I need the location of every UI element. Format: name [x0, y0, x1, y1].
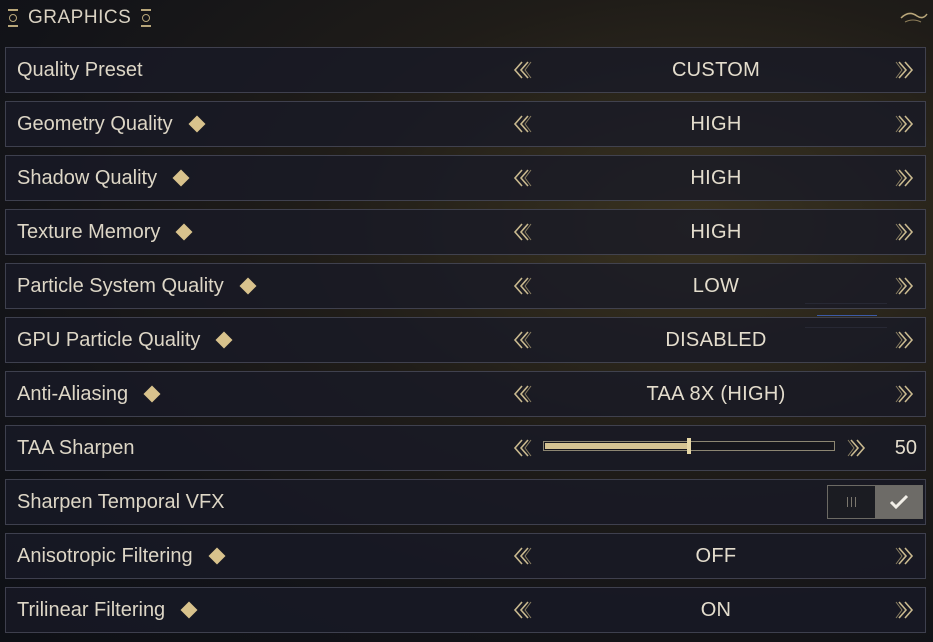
setting-label-text: Texture Memory [17, 220, 161, 243]
double-chevron-right-icon[interactable] [894, 599, 916, 621]
setting-label-text: Anisotropic Filtering [17, 544, 193, 567]
setting-label-text: GPU Particle Quality [17, 328, 201, 351]
setting-row[interactable]: Geometry Quality HIGH [5, 101, 926, 147]
double-chevron-right-icon[interactable] [894, 113, 916, 135]
setting-label-text: Trilinear Filtering [17, 598, 166, 621]
toggle-off-segment[interactable] [828, 486, 875, 518]
double-chevron-left-icon[interactable] [511, 383, 533, 405]
slider-handle[interactable] [687, 438, 691, 454]
setting-label: Texture Memory [17, 210, 193, 254]
double-chevron-left-icon[interactable] [511, 437, 533, 459]
setting-value: CUSTOM [671, 58, 761, 81]
setting-label-text: Particle System Quality [17, 274, 224, 297]
setting-label: Particle System Quality [17, 264, 257, 308]
double-chevron-right-icon[interactable] [846, 437, 868, 459]
double-chevron-left-icon[interactable] [511, 167, 533, 189]
setting-label-text: Sharpen Temporal VFX [17, 490, 225, 513]
setting-row[interactable]: Particle System Quality LOW [5, 263, 926, 309]
setting-label: Shadow Quality [17, 156, 190, 200]
diamond-icon [143, 385, 161, 403]
double-chevron-left-icon[interactable] [511, 599, 533, 621]
setting-row[interactable]: Trilinear Filtering ON [5, 587, 926, 633]
setting-label: GPU Particle Quality [17, 318, 233, 362]
slider-value: 50 [894, 436, 917, 459]
setting-label-text: Quality Preset [17, 58, 143, 81]
setting-label-text: Geometry Quality [17, 112, 173, 135]
setting-label-text: Anti-Aliasing [17, 382, 129, 405]
section-title: GRAPHICS [28, 7, 132, 28]
double-chevron-left-icon[interactable] [511, 329, 533, 351]
setting-value: OFF [695, 544, 737, 567]
diamond-icon [180, 601, 198, 619]
setting-label: Quality Preset [17, 48, 143, 92]
section-header: GRAPHICS [0, 0, 933, 36]
diamond-icon [215, 331, 233, 349]
setting-row[interactable]: GPU Particle Quality DISABLED [5, 317, 926, 363]
setting-label: Anisotropic Filtering [17, 534, 226, 578]
double-chevron-left-icon[interactable] [511, 59, 533, 81]
toggle-switch[interactable] [827, 485, 923, 519]
setting-label: Sharpen Temporal VFX [17, 480, 225, 524]
setting-value: DISABLED [665, 328, 767, 351]
slider-track[interactable] [543, 438, 835, 454]
setting-value: TAA 8X (HIGH) [646, 382, 786, 405]
diamond-icon [188, 115, 206, 133]
setting-row[interactable]: Texture Memory HIGH [5, 209, 926, 255]
double-chevron-right-icon[interactable] [894, 167, 916, 189]
double-chevron-right-icon[interactable] [894, 59, 916, 81]
setting-value: LOW [692, 274, 740, 297]
diamond-icon [208, 547, 226, 565]
double-chevron-right-icon[interactable] [894, 545, 916, 567]
diamond-icon [172, 169, 190, 187]
setting-row[interactable]: TAA Sharpen 50 [5, 425, 926, 471]
diamond-icon [239, 277, 257, 295]
setting-label-text: Shadow Quality [17, 166, 158, 189]
double-chevron-left-icon[interactable] [511, 275, 533, 297]
setting-label: Geometry Quality [17, 102, 206, 146]
double-chevron-right-icon[interactable] [894, 275, 916, 297]
header-ornament-right-icon [139, 9, 153, 27]
setting-row[interactable]: Anisotropic Filtering OFF [5, 533, 926, 579]
setting-value: HIGH [690, 166, 742, 189]
setting-value: ON [700, 598, 732, 621]
slider-fill [545, 443, 689, 449]
setting-row[interactable]: Sharpen Temporal VFX [5, 479, 926, 525]
settings-list: Quality Preset CUSTOM Geometry Quality HIGH… [5, 47, 926, 641]
setting-value: HIGH [690, 112, 742, 135]
setting-label: TAA Sharpen [17, 426, 134, 470]
setting-row[interactable]: Anti-Aliasing TAA 8X (HIGH) [5, 371, 926, 417]
checkmark-icon[interactable] [875, 486, 922, 518]
setting-value: HIGH [690, 220, 742, 243]
corner-flourish-icon [900, 12, 928, 23]
setting-label: Anti-Aliasing [17, 372, 161, 416]
setting-row[interactable]: Quality Preset CUSTOM [5, 47, 926, 93]
double-chevron-right-icon[interactable] [894, 329, 916, 351]
double-chevron-right-icon[interactable] [894, 221, 916, 243]
double-chevron-left-icon[interactable] [511, 113, 533, 135]
double-chevron-left-icon[interactable] [511, 221, 533, 243]
double-chevron-left-icon[interactable] [511, 545, 533, 567]
setting-label-text: TAA Sharpen [17, 436, 135, 459]
double-chevron-right-icon[interactable] [894, 383, 916, 405]
setting-label: Trilinear Filtering [17, 588, 198, 632]
header-ornament-left-icon [6, 9, 20, 27]
setting-row[interactable]: Shadow Quality HIGH [5, 155, 926, 201]
diamond-icon [175, 223, 193, 241]
